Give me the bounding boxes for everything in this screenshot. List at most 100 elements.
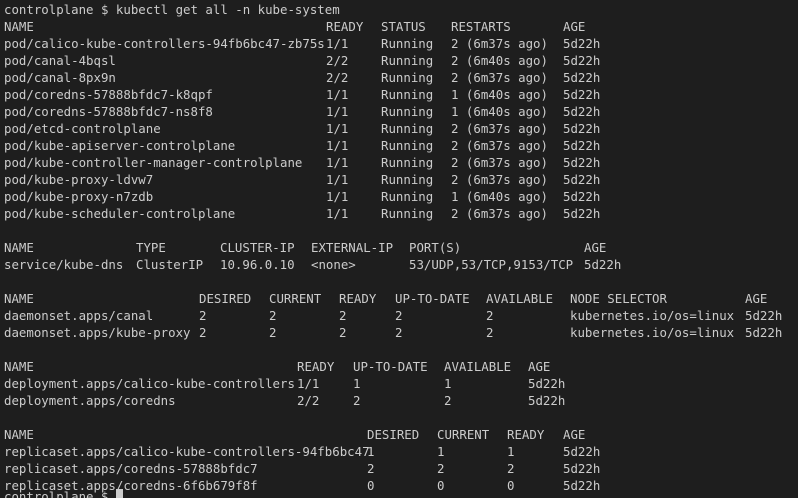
table-cell: pod/coredns-57888bfdc7-ns8f8 xyxy=(4,104,213,119)
table-cell: 1 xyxy=(507,444,515,459)
table-cell: pod/canal-4bqsl xyxy=(4,53,116,68)
table-cell: 5d22h xyxy=(563,138,601,153)
column-header: PORT(S) xyxy=(409,240,462,255)
table-cell: pod/kube-proxy-n7zdb xyxy=(4,189,154,204)
table-cell: Running xyxy=(381,87,434,102)
table-cell: 2 (6m37s ago) xyxy=(451,172,548,187)
table-cell: 5d22h xyxy=(563,172,601,187)
table-cell: deployment.apps/coredns xyxy=(4,393,176,408)
table-cell: 1 xyxy=(367,444,375,459)
table-cell: pod/canal-8px9n xyxy=(4,70,116,85)
table-cell: 1 (6m40s ago) xyxy=(451,104,548,119)
table-cell: 0 xyxy=(437,478,445,493)
table-cell: pod/coredns-57888bfdc7-k8qpf xyxy=(4,87,213,102)
table-cell: Running xyxy=(381,138,434,153)
table-cell: 2 (6m37s ago) xyxy=(451,155,548,170)
table-cell: Running xyxy=(381,121,434,136)
table-cell: 5d22h xyxy=(563,189,601,204)
table-cell: 5d22h xyxy=(563,461,601,476)
table-cell: 1/1 xyxy=(326,189,349,204)
column-header: READY xyxy=(326,19,364,34)
table-cell: Running xyxy=(381,206,434,221)
table-cell: pod/etcd-controlplane xyxy=(4,121,161,136)
column-header: STATUS xyxy=(381,19,426,34)
table-cell: 2 xyxy=(507,461,515,476)
table-cell: pod/kube-proxy-ldvw7 xyxy=(4,172,154,187)
table-cell: 5d22h xyxy=(563,36,601,51)
text-cursor xyxy=(115,489,123,498)
column-header: CLUSTER-IP xyxy=(220,240,295,255)
column-header: AVAILABLE xyxy=(486,291,554,306)
table-cell: pod/calico-kube-controllers-94fb6bc47-zb… xyxy=(4,36,325,51)
column-header: TYPE xyxy=(136,240,166,255)
table-cell: 5d22h xyxy=(563,155,601,170)
table-cell: 10.96.0.10 xyxy=(220,257,295,272)
table-cell: ClusterIP xyxy=(136,257,204,272)
table-cell: 5d22h xyxy=(563,478,601,493)
table-cell: 1 xyxy=(437,444,445,459)
column-header: NAME xyxy=(4,19,34,34)
table-cell: 2 (6m37s ago) xyxy=(451,70,548,85)
table-cell: 1/1 xyxy=(326,104,349,119)
column-header: CURRENT xyxy=(437,427,490,442)
column-header: EXTERNAL-IP xyxy=(311,240,394,255)
table-cell: 2 xyxy=(269,325,277,340)
table-cell: deployment.apps/calico-kube-controllers xyxy=(4,376,295,391)
table-cell: 2/2 xyxy=(326,70,349,85)
table-cell: 1 xyxy=(353,376,361,391)
column-header: AGE xyxy=(563,427,586,442)
table-cell: 2 (6m37s ago) xyxy=(451,138,548,153)
table-cell: 1 (6m40s ago) xyxy=(451,189,548,204)
table-cell: 2 (6m37s ago) xyxy=(451,121,548,136)
column-header: DESIRED xyxy=(199,291,252,306)
table-cell: 5d22h xyxy=(563,70,601,85)
table-cell: 1/1 xyxy=(326,87,349,102)
table-cell: 2 xyxy=(395,325,403,340)
column-header: UP-TO-DATE xyxy=(395,291,470,306)
table-cell: 2 (6m37s ago) xyxy=(451,206,548,221)
table-cell: replicaset.apps/calico-kube-controllers-… xyxy=(4,444,370,459)
column-header: AGE xyxy=(528,359,551,374)
table-cell: Running xyxy=(381,36,434,51)
shell-prompt[interactable]: controlplane $ xyxy=(4,488,123,498)
table-cell: <none> xyxy=(311,257,356,272)
table-cell: kubernetes.io/os=linux xyxy=(570,325,735,340)
table-cell: 2 xyxy=(486,325,494,340)
table-cell: 5d22h xyxy=(745,308,783,323)
column-header: NODE SELECTOR xyxy=(570,291,667,306)
table-cell: 2 xyxy=(486,308,494,323)
prompt-text: controlplane $ xyxy=(4,489,109,498)
table-cell: pod/kube-scheduler-controlplane xyxy=(4,206,236,221)
column-header: DESIRED xyxy=(367,427,420,442)
table-cell: Running xyxy=(381,104,434,119)
table-cell: 2 (6m37s ago) xyxy=(451,36,548,51)
column-header: CURRENT xyxy=(269,291,322,306)
column-header: NAME xyxy=(4,291,34,306)
terminal-window[interactable]: controlplane $ kubectl get all -n kube-s… xyxy=(0,0,798,498)
column-header: READY xyxy=(297,359,335,374)
table-cell: pod/kube-apiserver-controlplane xyxy=(4,138,236,153)
table-cell: 2 xyxy=(199,308,207,323)
table-cell: 2 xyxy=(339,308,347,323)
column-header: AVAILABLE xyxy=(444,359,512,374)
column-header: AGE xyxy=(584,240,607,255)
column-header: NAME xyxy=(4,240,34,255)
table-cell: daemonset.apps/kube-proxy xyxy=(4,325,191,340)
table-cell: 2 (6m40s ago) xyxy=(451,53,548,68)
table-cell: 1/1 xyxy=(326,155,349,170)
table-cell: 1 (6m40s ago) xyxy=(451,87,548,102)
table-cell: Running xyxy=(381,155,434,170)
table-cell: 5d22h xyxy=(745,325,783,340)
table-cell: replicaset.apps/coredns-57888bfdc7 xyxy=(4,461,258,476)
column-header: RESTARTS xyxy=(451,19,511,34)
table-cell: 5d22h xyxy=(563,444,601,459)
table-cell: 1/1 xyxy=(297,376,320,391)
table-cell: pod/kube-controller-manager-controlplane xyxy=(4,155,303,170)
column-header: AGE xyxy=(563,19,586,34)
table-cell: 2 xyxy=(269,308,277,323)
column-header: NAME xyxy=(4,359,34,374)
table-cell: Running xyxy=(381,70,434,85)
column-header: AGE xyxy=(745,291,768,306)
column-header: NAME xyxy=(4,427,34,442)
table-cell: 1/1 xyxy=(326,206,349,221)
